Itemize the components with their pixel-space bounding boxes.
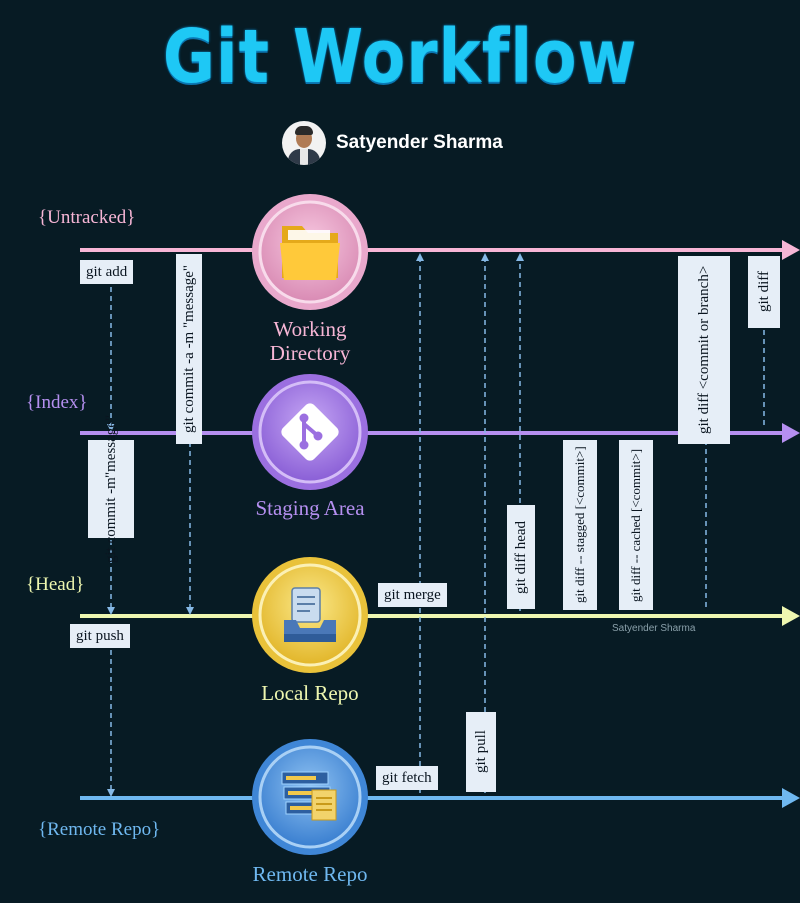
cmd-commit-m-line2: "message": [103, 414, 119, 478]
lane-label-index: {Index}: [26, 392, 88, 413]
cmd-commit-m: git commit -m "message": [88, 415, 134, 563]
lane-line-remote: [80, 788, 800, 808]
cmd-diff-cached: git diff -- cached [<commit>]: [619, 440, 653, 610]
server-rack-icon: [281, 771, 337, 821]
cmd-git-fetch: git fetch: [376, 766, 438, 790]
lane-label-remote: {Remote Repo}: [38, 819, 161, 840]
remote-repo-node: [252, 739, 368, 855]
author-badge: Satyender Sharma: [282, 121, 503, 165]
folder-icon: [280, 226, 340, 280]
cmd-diff-commit-branch: git diff <commit or branch>: [678, 256, 730, 444]
cmd-git-push: git push: [70, 624, 130, 648]
remote-repo-label: Remote Repo: [252, 862, 368, 886]
local-repo-label: Local Repo: [261, 681, 359, 705]
local-repo-node: [252, 557, 368, 673]
lane-label-head: {Head}: [26, 574, 85, 595]
cmd-git-diff: git diff: [748, 256, 780, 328]
cmd-diff-head: git diff head: [507, 505, 535, 609]
cmd-commit-am: git commit -a -m "message": [176, 254, 202, 444]
cmd-git-pull: git pull: [466, 712, 496, 792]
cmd-git-add: git add: [80, 260, 134, 284]
cmd-diff-staged: git diff -- stagged [<commit>]: [563, 440, 597, 610]
cmd-commit-m-line1: git commit -m: [103, 477, 119, 564]
author-name: Satyender Sharma: [336, 132, 503, 153]
working-directory-label: Working Directory: [240, 317, 380, 365]
watermark-text: Satyender Sharma: [612, 623, 696, 634]
cmd-git-merge: git merge: [378, 583, 447, 607]
staging-area-label: Staging Area: [255, 496, 365, 520]
avatar: [282, 121, 326, 165]
working-directory-label-line2: Directory: [269, 341, 351, 365]
staging-area-node: [252, 374, 368, 490]
lane-label-untracked: {Untracked}: [38, 207, 136, 228]
page-title: Git Workflow: [162, 14, 638, 100]
working-directory-label-line1: Working: [273, 317, 347, 341]
working-directory-node: [252, 194, 368, 310]
